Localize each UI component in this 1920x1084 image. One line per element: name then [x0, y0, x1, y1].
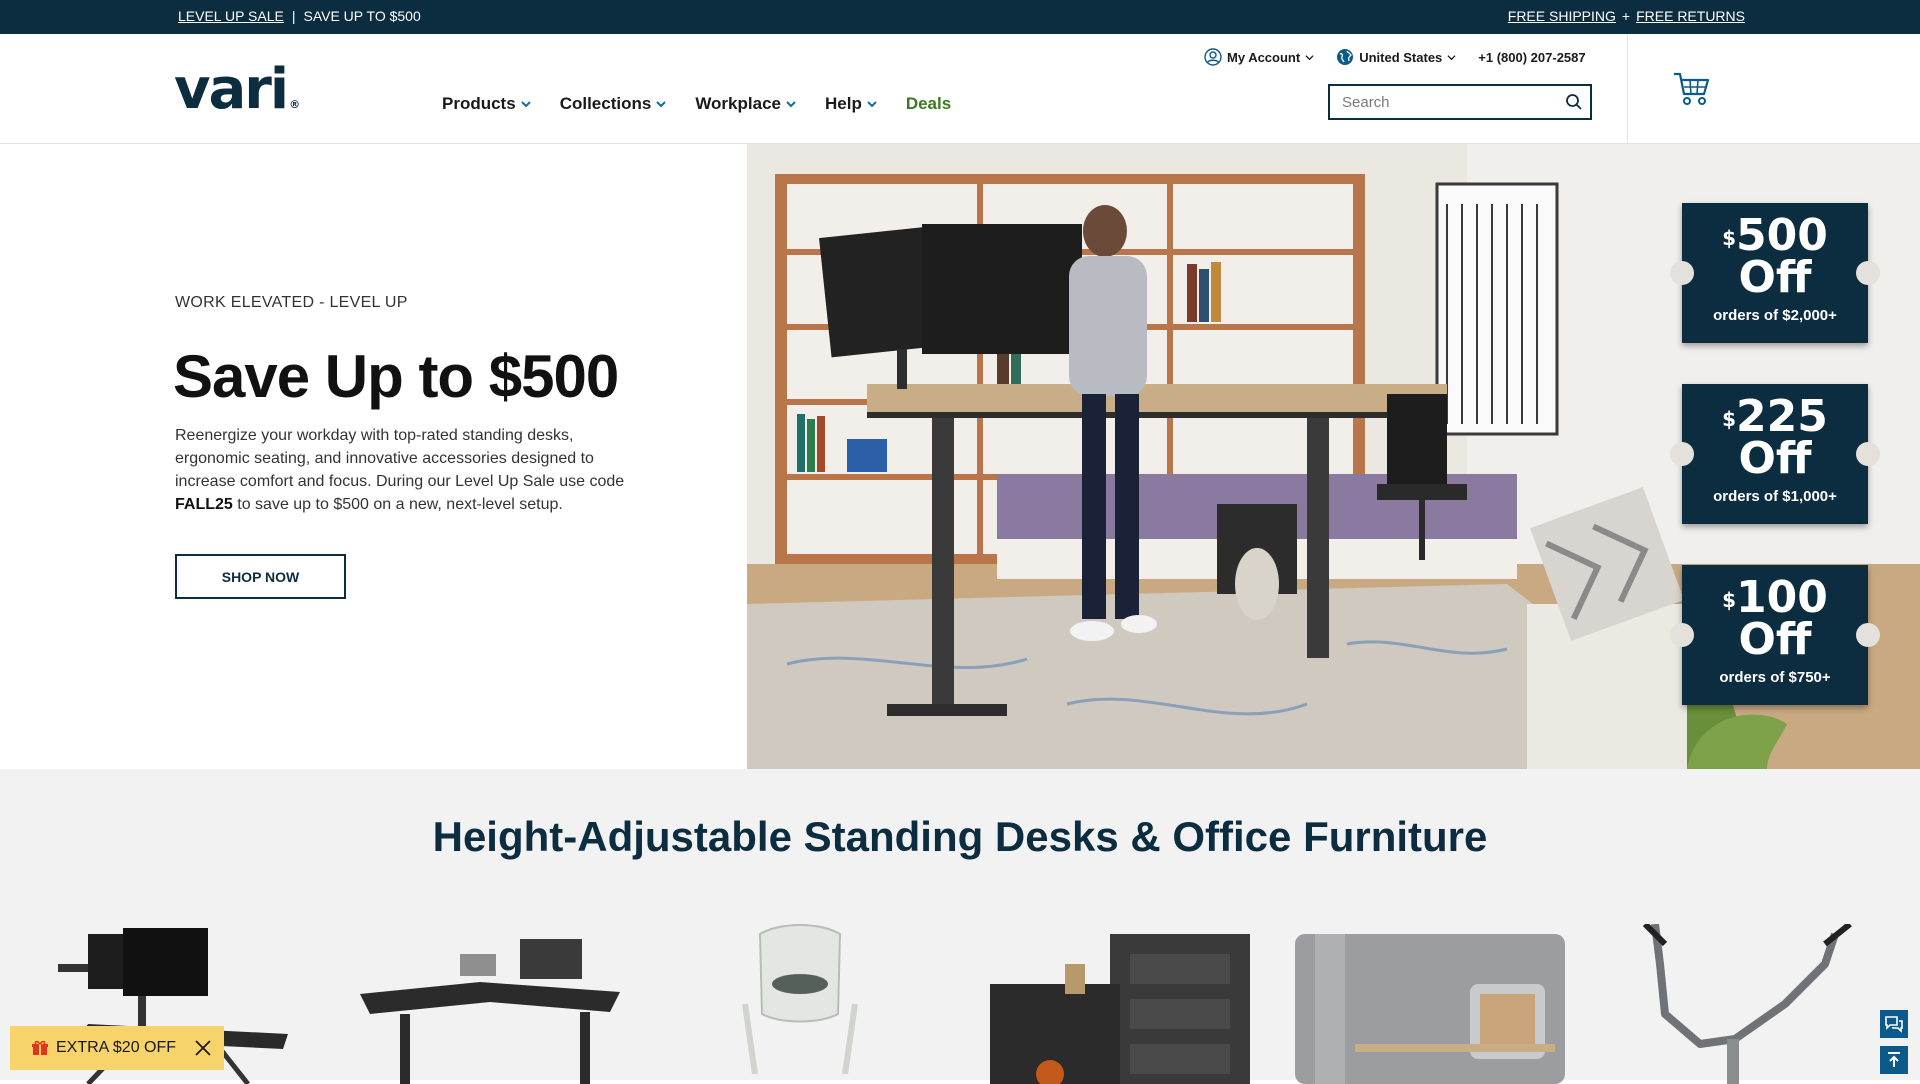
coupon-condition: orders of $1,000+ — [1713, 488, 1837, 505]
nav-collections[interactable]: Collections — [560, 94, 668, 114]
coupon-amount: $225 — [1682, 395, 1868, 439]
cart-button[interactable] — [1672, 70, 1712, 108]
category-section: Height-Adjustable Standing Desks & Offic… — [0, 769, 1920, 1084]
chevron-down-icon — [1447, 54, 1456, 60]
nav-help-label: Help — [824, 94, 862, 113]
product-storage-cabinet-image[interactable] — [980, 924, 1270, 1084]
topbar-plus: + — [1621, 8, 1631, 24]
region-selector[interactable]: United States — [1336, 48, 1456, 66]
region-label: United States — [1359, 49, 1443, 65]
search-button[interactable] — [1558, 86, 1590, 118]
product-office-chair-image[interactable] — [730, 924, 870, 1084]
chat-button[interactable] — [1880, 1010, 1908, 1038]
product-l-desk-image[interactable] — [340, 924, 620, 1084]
chat-icon — [1885, 1016, 1903, 1033]
coupon-225-off: $225 Off orders of $1,000+ — [1670, 384, 1880, 524]
free-returns-link[interactable]: FREE RETURNS — [1636, 8, 1745, 24]
hero-section: WORK ELEVATED - LEVEL UP Save Up to $500… — [0, 144, 1920, 769]
promo-topbar: LEVEL UP SALE | SAVE UP TO $500 FREE SHI… — [0, 0, 1920, 34]
site-header: vari ® Products Collections Workplace Hel… — [0, 34, 1920, 144]
product-monitor-arm-image[interactable] — [1625, 924, 1855, 1084]
logo-text: vari — [174, 57, 289, 122]
promo-code: FALL25 — [175, 496, 233, 513]
coupon-amount: $100 — [1682, 576, 1868, 620]
section-title: Height-Adjustable Standing Desks & Offic… — [432, 813, 1488, 860]
chevron-down-icon — [520, 101, 531, 108]
hero-title: Save Up to $500 — [173, 343, 619, 410]
chevron-down-icon — [867, 101, 877, 108]
my-account-menu[interactable]: My Account — [1204, 48, 1314, 66]
arrow-up-icon — [1888, 1052, 1900, 1067]
header-divider — [1627, 34, 1628, 144]
product-office-pod-image[interactable] — [1295, 924, 1565, 1084]
coupon-100-off: $100 Off orders of $750+ — [1670, 565, 1880, 705]
coupon-off: Off — [1738, 433, 1812, 484]
free-shipping-link[interactable]: FREE SHIPPING — [1508, 8, 1616, 24]
vari-logo[interactable]: vari ® — [174, 62, 300, 118]
coupon-500-off: $500 Off orders of $2,000+ — [1670, 203, 1880, 343]
nav-deals-label: Deals — [905, 94, 952, 113]
close-icon[interactable] — [194, 1039, 212, 1057]
topbar-sale-text: SAVE UP TO $500 — [303, 8, 421, 24]
hero-body: Reenergize your workday with top-rated s… — [175, 424, 645, 516]
coupon-off: Off — [1738, 252, 1812, 303]
globe-icon — [1337, 49, 1354, 65]
nav-workplace[interactable]: Workplace — [695, 94, 797, 114]
back-to-top-button[interactable] — [1880, 1046, 1908, 1074]
main-nav: Products Collections Workplace Help Deal… — [442, 94, 951, 114]
header-utilities: My Account United States +1 (800) 207-25… — [1204, 48, 1586, 66]
topbar-separator: | — [291, 8, 296, 24]
nav-workplace-label: Workplace — [695, 94, 781, 113]
extra-discount-badge[interactable]: EXTRA $20 OFF — [10, 1026, 224, 1070]
chevron-down-icon — [656, 101, 667, 108]
hero-body-text-end: to save up to $500 on a new, next-level … — [237, 496, 563, 513]
coupon-currency: $ — [1722, 588, 1737, 612]
coupon-amount: $500 — [1682, 214, 1868, 258]
nav-help[interactable]: Help — [825, 94, 878, 114]
phone-link[interactable]: +1 (800) 207-2587 — [1478, 50, 1585, 65]
coupon-condition: orders of $2,000+ — [1713, 307, 1837, 324]
nav-deals[interactable]: Deals — [906, 94, 951, 114]
hero-eyebrow: WORK ELEVATED - LEVEL UP — [175, 294, 408, 311]
gift-icon — [32, 1040, 48, 1055]
chevron-down-icon — [786, 101, 796, 108]
nav-products[interactable]: Products — [442, 94, 532, 114]
hero-text-panel: WORK ELEVATED - LEVEL UP Save Up to $500… — [0, 144, 747, 769]
coupon-currency: $ — [1722, 407, 1737, 431]
extra-discount-label: EXTRA $20 OFF — [56, 1039, 177, 1056]
nav-collections-label: Collections — [559, 94, 652, 113]
search-icon — [1566, 94, 1582, 110]
hero-body-text: Reenergize your workday with top-rated s… — [175, 427, 625, 490]
cart-icon — [1674, 72, 1710, 105]
level-up-sale-link[interactable]: LEVEL UP SALE — [178, 8, 284, 24]
user-icon — [1204, 48, 1222, 66]
logo-registered-mark: ® — [289, 98, 301, 111]
coupon-off: Off — [1738, 614, 1812, 665]
shop-now-button[interactable]: SHOP NOW — [175, 554, 346, 599]
search-box — [1328, 84, 1592, 120]
search-input[interactable] — [1330, 86, 1558, 118]
my-account-label: My Account — [1227, 49, 1301, 65]
coupon-currency: $ — [1722, 226, 1737, 250]
coupon-condition: orders of $750+ — [1719, 669, 1831, 686]
nav-products-label: Products — [442, 94, 516, 113]
chevron-down-icon — [1305, 54, 1314, 60]
